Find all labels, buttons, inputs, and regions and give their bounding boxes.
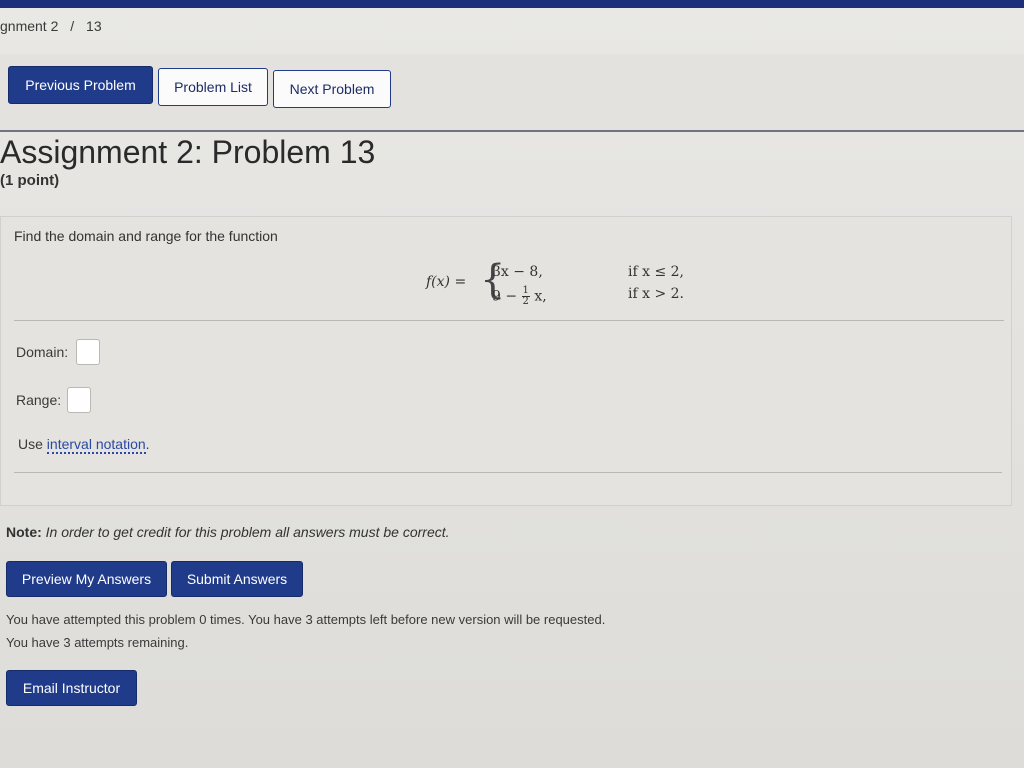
divider bbox=[14, 320, 1004, 321]
case-row-2: 9 − 1 2 x, if x > 2. bbox=[492, 286, 684, 307]
domain-label: Domain: bbox=[16, 344, 69, 360]
case-row-1: 3x − 8, if x ≤ 2, bbox=[492, 264, 684, 280]
submit-answers-button[interactable]: Submit Answers bbox=[171, 561, 303, 597]
breadcrumb: gnment 2 / 13 bbox=[0, 18, 102, 34]
fraction-denominator: 2 bbox=[522, 296, 529, 307]
attempts-status: You have attempted this problem 0 times.… bbox=[6, 612, 606, 627]
next-problem-button[interactable]: Next Problem bbox=[273, 70, 391, 108]
notation-hint: Use interval notation. bbox=[18, 436, 150, 454]
preview-answers-button[interactable]: Preview My Answers bbox=[6, 561, 167, 597]
points-label: (1 point) bbox=[0, 172, 60, 189]
case1-expression: 3x − 8, bbox=[492, 264, 543, 280]
interval-notation-link[interactable]: interval notation bbox=[46, 436, 146, 454]
domain-input[interactable] bbox=[76, 339, 100, 365]
credit-note: Note: In order to get credit for this pr… bbox=[6, 524, 450, 540]
attempts-remaining: You have 3 attempts remaining. bbox=[6, 635, 189, 650]
breadcrumb-assignment[interactable]: gnment 2 bbox=[0, 18, 58, 34]
case2-condition: if x > 2. bbox=[628, 286, 684, 302]
hint-suffix: . bbox=[145, 436, 150, 452]
one-half-fraction: 1 2 bbox=[521, 286, 530, 307]
case2-expression-a: 9 − bbox=[492, 288, 518, 305]
function-lhs: f(x) = bbox=[426, 274, 467, 290]
problem-prompt: Find the domain and range for the functi… bbox=[14, 228, 278, 244]
range-input[interactable] bbox=[67, 387, 91, 413]
email-instructor-button[interactable]: Email Instructor bbox=[6, 670, 137, 706]
hint-prefix: Use bbox=[18, 436, 43, 452]
case2-expression-b: x, bbox=[534, 288, 547, 305]
divider bbox=[14, 472, 1002, 473]
breadcrumb-problem: 13 bbox=[86, 18, 102, 34]
breadcrumb-separator: / bbox=[70, 18, 75, 34]
previous-problem-button[interactable]: Previous Problem bbox=[8, 66, 153, 104]
note-label: Note: bbox=[6, 524, 42, 540]
page-title: Assignment 2: Problem 13 bbox=[0, 134, 376, 170]
problem-list-button[interactable]: Problem List bbox=[158, 68, 268, 106]
problem-nav-bar: Previous Problem Problem List Next Probl… bbox=[0, 54, 1024, 132]
case1-condition: if x ≤ 2, bbox=[628, 264, 684, 280]
top-bar bbox=[0, 0, 1024, 8]
note-text: In order to get credit for this problem … bbox=[45, 524, 450, 540]
problem-body bbox=[0, 216, 1012, 506]
range-label: Range: bbox=[16, 392, 62, 408]
